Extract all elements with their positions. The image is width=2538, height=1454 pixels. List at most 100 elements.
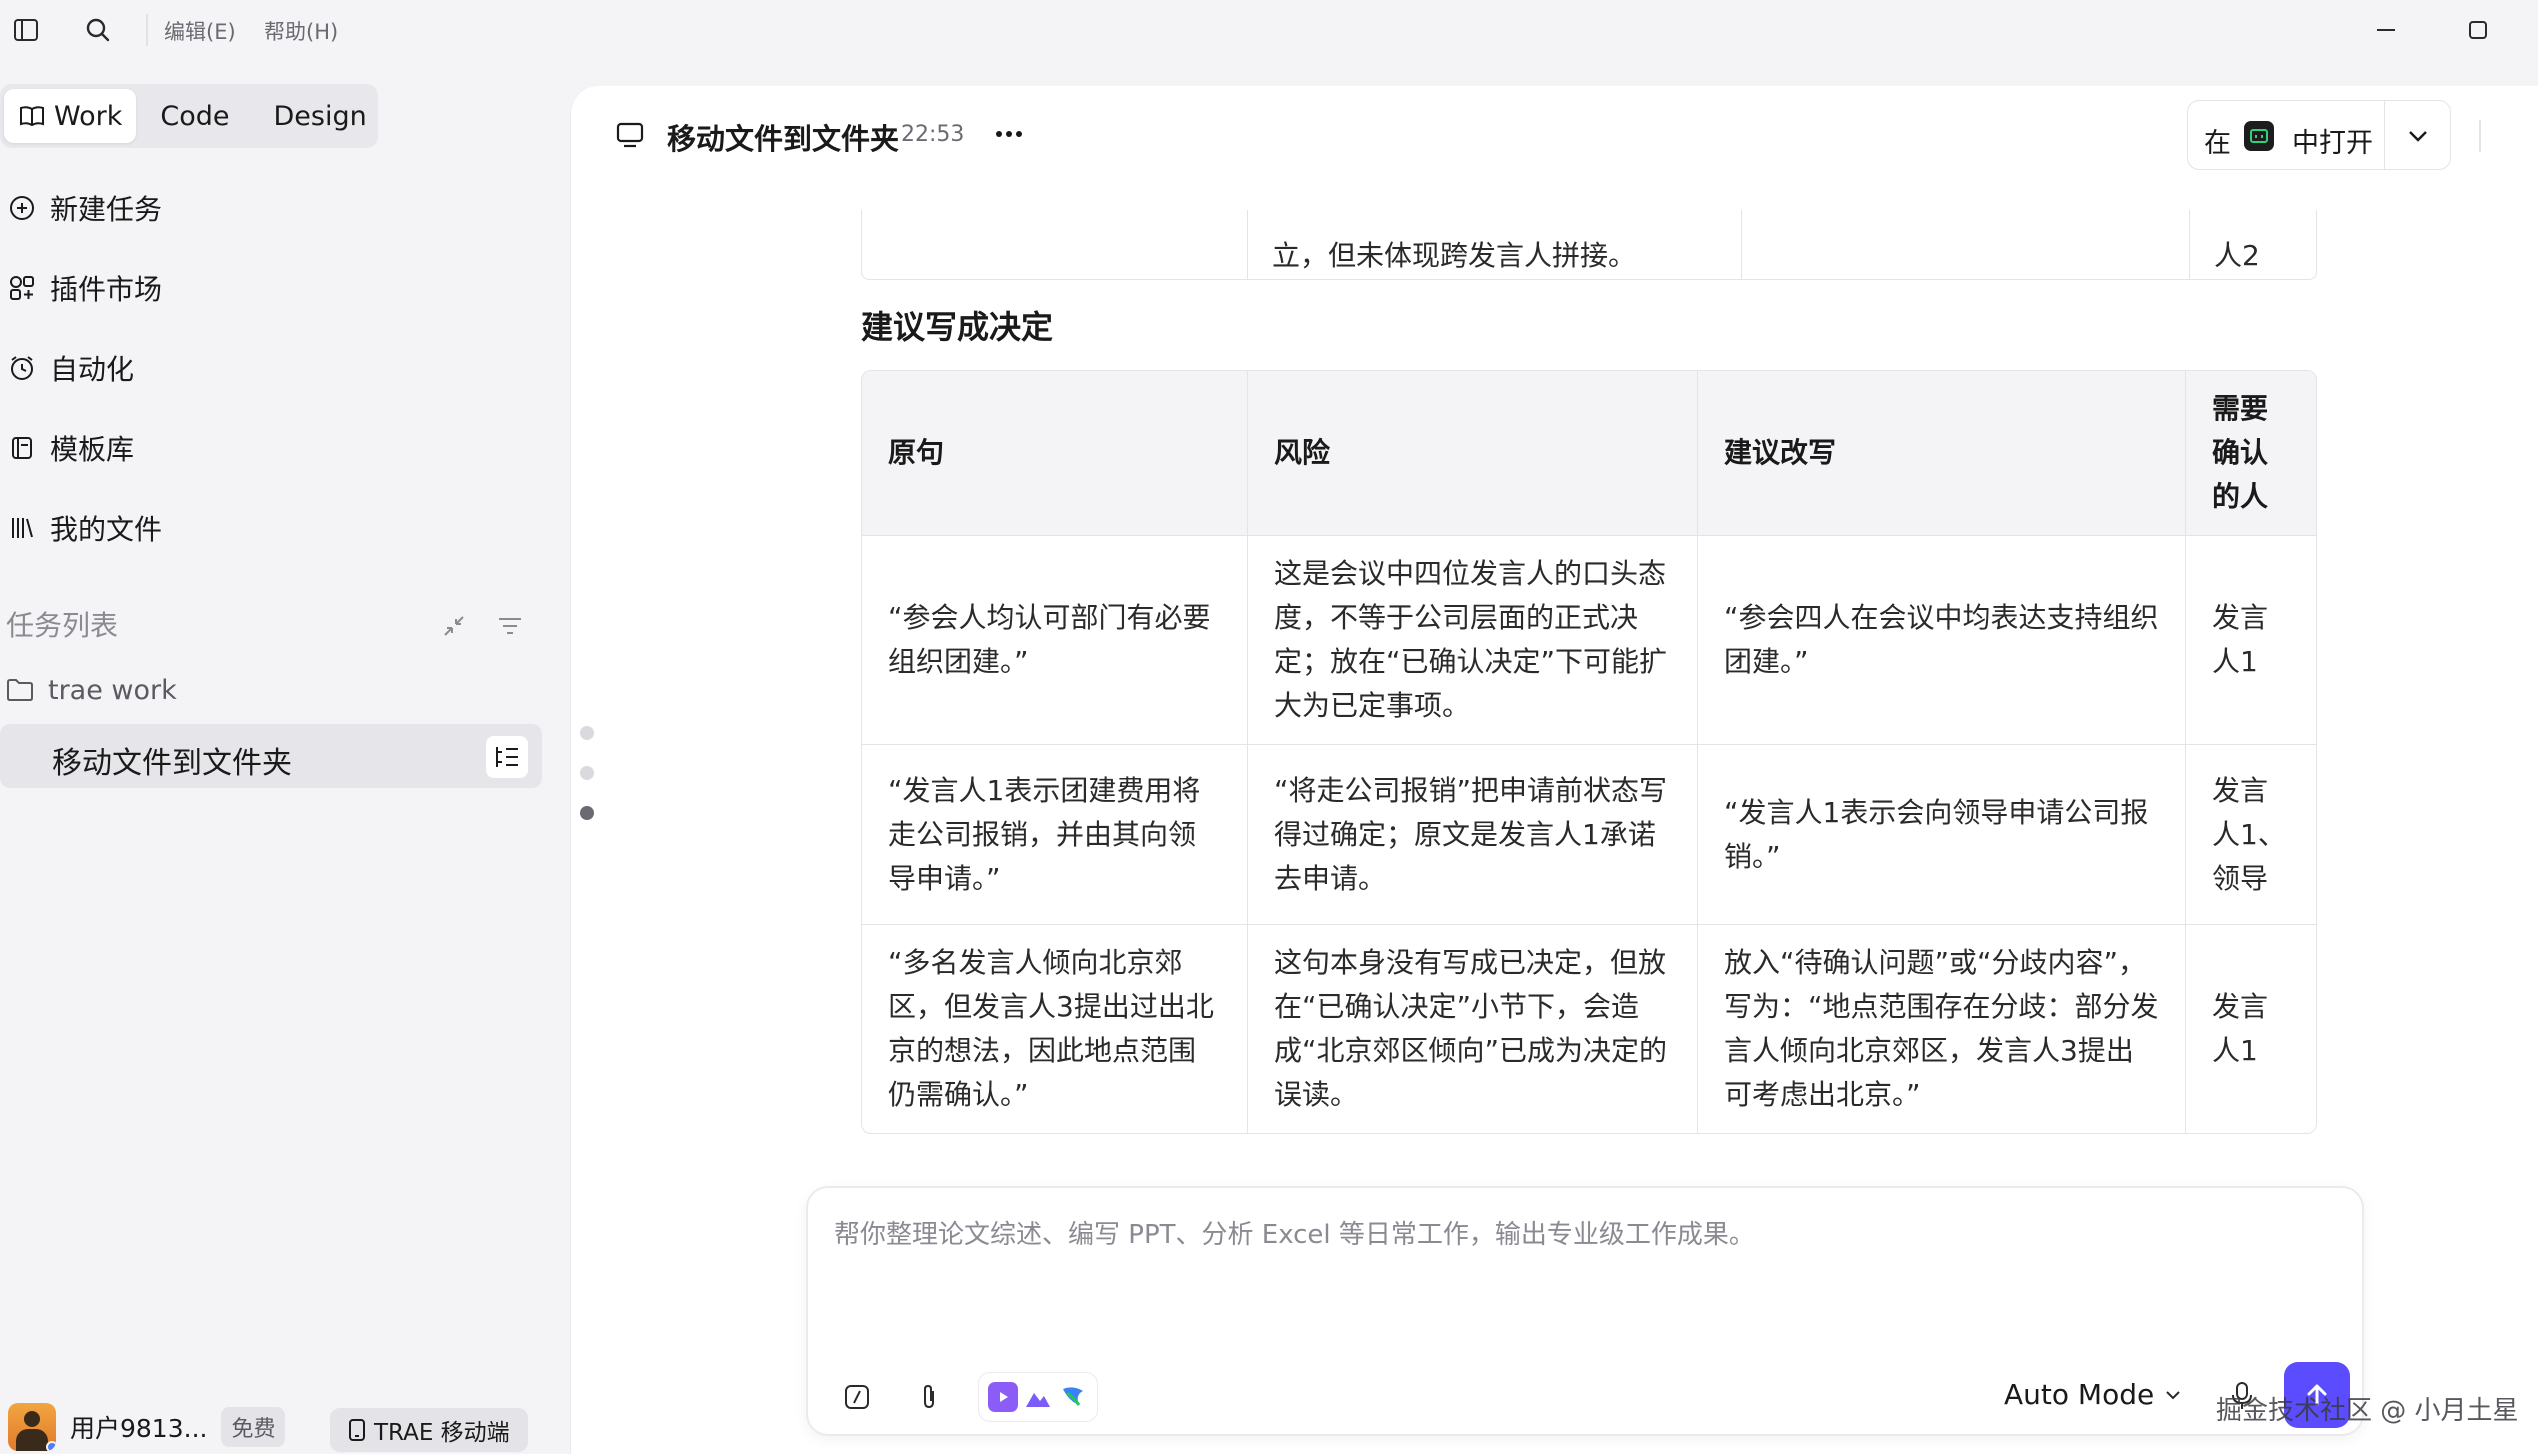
task-title: 移动文件到文件夹: [667, 122, 900, 156]
tab-design-label: Design: [273, 100, 367, 132]
table-cell: 这是会议中四位发言人的口头态度，不等于公司层面的正式决定；放在“已确认决定”下可…: [1248, 536, 1698, 745]
filter-icon[interactable]: [492, 608, 528, 644]
folder-trae-work[interactable]: trae work: [6, 666, 177, 714]
plus-circle-icon: [8, 194, 36, 222]
header-divider: [2479, 120, 2481, 152]
nav-automation[interactable]: 自动化: [0, 338, 360, 398]
col-header-risk: 风险: [1248, 371, 1698, 536]
message-content: 立，但未体现跨发言人拼接。 人2 建议写成决定 原句 风险 建议改写 需要确认的…: [571, 210, 2538, 1150]
user-info[interactable]: 用户9813... 免费: [8, 1403, 286, 1451]
table-row: “参会人均认可部门有必要组织团建。” 这是会议中四位发言人的口头态度，不等于公司…: [862, 536, 2316, 745]
nav-new-task[interactable]: 新建任务: [0, 178, 360, 238]
chat-icon: [615, 120, 645, 150]
scroll-indicator: [580, 726, 594, 846]
open-in-button[interactable]: 在 中打开: [2187, 100, 2451, 170]
avatar[interactable]: [8, 1403, 56, 1451]
nav-my-files[interactable]: 我的文件: [0, 498, 360, 558]
table-row: “多名发言人倾向北京郊区，但发言人3提出过出北京的想法，因此地点范围仍需确认。”…: [862, 925, 2316, 1133]
more-options-icon[interactable]: [989, 116, 1029, 152]
prev-cell: 立，但未体现跨发言人拼接。: [1248, 210, 1742, 280]
template-icon: [8, 434, 36, 462]
table-cell: 发言人1: [2212, 990, 2269, 1067]
table-cell: 发言人1、领导: [2186, 745, 2316, 925]
task-item-label: 移动文件到文件夹: [52, 746, 292, 781]
menu-edit[interactable]: 编辑(E): [164, 16, 236, 46]
scroll-dot[interactable]: [580, 766, 594, 780]
table-cell: 这句本身没有写成已决定，但放在“已确认决定”小节下，会造成“北京郊区倾向”已成为…: [1248, 925, 1698, 1133]
recommendation-table: 原句 风险 建议改写 需要确认的人 “参会人均认可部门有必要组织团建。” 这是会…: [861, 370, 2317, 1134]
table-cell: “参会人均认可部门有必要组织团建。”: [862, 536, 1248, 745]
maximize-icon[interactable]: [2458, 12, 2498, 48]
integration-apps[interactable]: [978, 1372, 1098, 1422]
search-icon[interactable]: [82, 14, 114, 46]
titlebar-divider: [146, 14, 148, 46]
task-item-active[interactable]: 移动文件到文件夹: [0, 724, 542, 788]
nav-automation-label: 自动化: [50, 353, 135, 386]
mode-tabs: Work Code Design: [0, 84, 378, 148]
composer: Auto Mode: [806, 1186, 2364, 1436]
menu-help[interactable]: 帮助(H): [264, 16, 338, 46]
trae-app-icon: [2244, 121, 2274, 151]
previous-table-tail: 立，但未体现跨发言人拼接。 人2: [861, 210, 2317, 280]
tab-work-label: Work: [54, 100, 123, 132]
prev-cell: 人2: [2214, 239, 2260, 272]
video-app-icon[interactable]: [987, 1382, 1018, 1412]
tab-work[interactable]: Work: [4, 89, 137, 143]
nav-plugin-market[interactable]: 插件市场: [0, 258, 360, 318]
alarm-clock-icon: [8, 354, 36, 382]
title-bar: 编辑(E) 帮助(H): [0, 0, 2538, 60]
task-outline-icon[interactable]: [486, 736, 528, 778]
minimize-icon[interactable]: [2366, 12, 2406, 48]
watermark-text: 掘金技术社区 @ 小月土星: [2216, 1396, 2519, 1426]
task-list-title: 任务列表: [6, 609, 119, 642]
chevron-down-icon[interactable]: [2400, 119, 2436, 153]
tab-design[interactable]: Design: [254, 89, 387, 143]
mobile-app-label: TRAE 移动端: [374, 1420, 510, 1446]
scroll-dot[interactable]: [580, 726, 594, 740]
chevron-down-icon: [2164, 1389, 2182, 1401]
slash-command-icon[interactable]: [838, 1378, 876, 1416]
mobile-app-button[interactable]: TRAE 移动端: [330, 1408, 528, 1452]
table-cell: “参会四人在会议中均表达支持组织团建。”: [1698, 536, 2186, 745]
plan-badge: 免费: [221, 1407, 286, 1447]
col-header-confirmer: 需要确认的人: [2186, 371, 2316, 536]
table-cell: “发言人1表示会向领导申请公司报销。”: [1698, 745, 2186, 925]
library-icon: [8, 514, 36, 542]
col-header-suggestion: 建议改写: [1698, 371, 2186, 536]
table-header-row: 原句 风险 建议改写 需要确认的人: [862, 371, 2316, 536]
username: 用户9813...: [70, 1414, 208, 1443]
folder-icon: [6, 678, 34, 702]
table-row: “发言人1表示团建费用将走公司报销，并由其向领导申请。” “将走公司报销”把申请…: [862, 745, 2316, 925]
table-cell: 放入“待确认问题”或“分歧内容”，写为：“地点范围存在分歧：部分发言人倾向北京郊…: [1698, 925, 2186, 1133]
sidebar-toggle-icon[interactable]: [10, 14, 42, 46]
table-cell: “多名发言人倾向北京郊区，但发言人3提出过出北京的想法，因此地点范围仍需确认。”: [862, 925, 1248, 1133]
nav-template-library-label: 模板库: [50, 433, 135, 466]
book-icon: [18, 102, 46, 130]
open-in-label: 中打开: [2292, 128, 2373, 159]
task-time: 22:53: [901, 122, 965, 147]
collapse-icon[interactable]: [436, 608, 472, 644]
task-header: 移动文件到文件夹 22:53 在 中打开: [571, 86, 2538, 186]
col-header-original: 原句: [862, 371, 1248, 536]
scroll-dot-active[interactable]: [580, 806, 594, 820]
tab-code-label: Code: [160, 100, 230, 132]
table-cell: “将走公司报销”把申请前状态写得过确定；原文是发言人1承诺去申请。: [1248, 745, 1698, 925]
open-in-prefix: 在: [2204, 128, 2231, 159]
mode-selector[interactable]: Auto Mode: [2004, 1378, 2182, 1411]
nav-new-task-label: 新建任务: [50, 193, 163, 226]
prompt-input[interactable]: [834, 1214, 2334, 1274]
tab-code[interactable]: Code: [140, 89, 249, 143]
image-app-icon[interactable]: [1022, 1382, 1053, 1412]
nav-my-files-label: 我的文件: [50, 513, 163, 546]
table-cell: 发言人1: [2186, 536, 2316, 745]
phone-icon: [348, 1418, 366, 1442]
plugin-grid-icon: [8, 274, 36, 302]
attachment-icon[interactable]: [910, 1378, 948, 1416]
folder-label: trae work: [48, 674, 177, 706]
table-cell: “发言人1表示团建费用将走公司报销，并由其向领导申请。”: [862, 745, 1248, 925]
nav-template-library[interactable]: 模板库: [0, 418, 360, 478]
design-app-icon[interactable]: [1058, 1382, 1089, 1412]
nav-plugin-market-label: 插件市场: [50, 273, 163, 306]
prev-cell: [862, 210, 1248, 280]
mode-label: Auto Mode: [2004, 1378, 2155, 1411]
